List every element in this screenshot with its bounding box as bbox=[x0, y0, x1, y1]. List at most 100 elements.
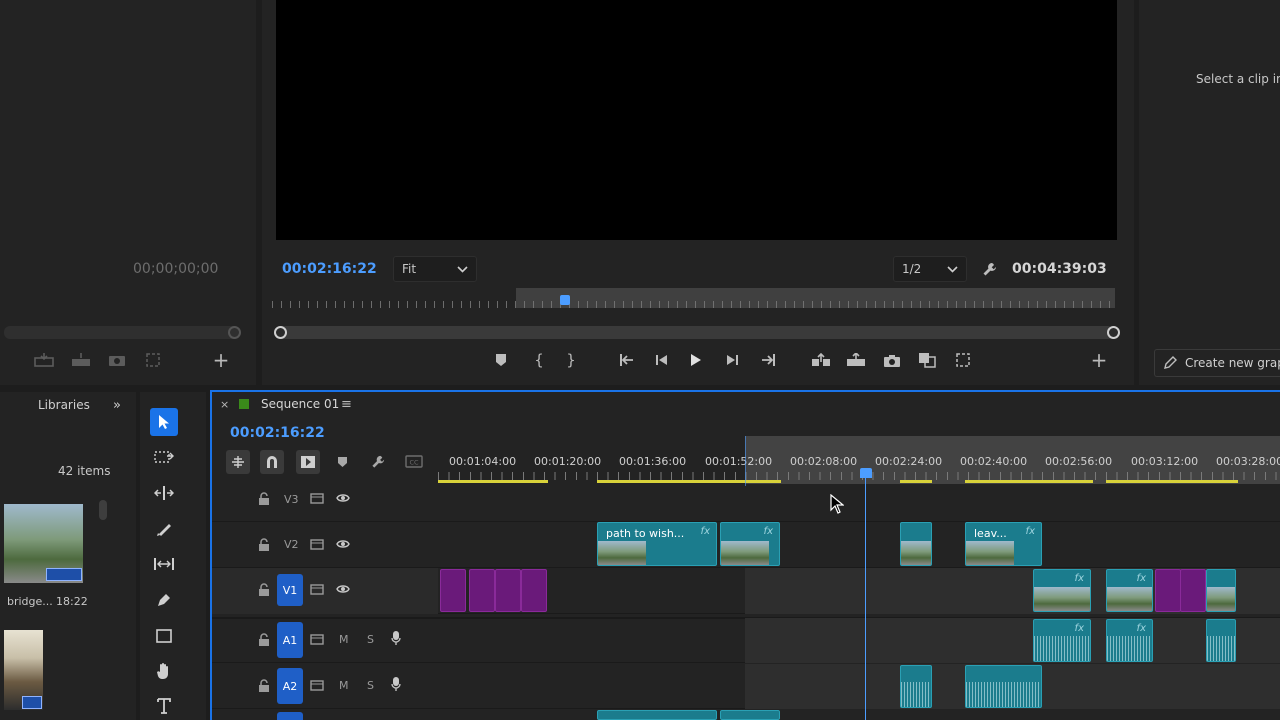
libraries-tab[interactable]: Libraries bbox=[38, 398, 90, 412]
create-new-graphic-button[interactable]: Create new grapl bbox=[1154, 349, 1280, 377]
source-scrubber[interactable] bbox=[4, 326, 240, 339]
compare-icon[interactable] bbox=[915, 348, 939, 372]
eye-icon[interactable] bbox=[336, 584, 350, 594]
timeline-clip[interactable] bbox=[1155, 569, 1181, 612]
lock-icon[interactable] bbox=[258, 679, 270, 692]
solo-button[interactable]: S bbox=[367, 633, 374, 646]
program-mini-playhead[interactable] bbox=[560, 295, 570, 305]
insert-overwrite-toggle[interactable] bbox=[226, 450, 250, 474]
timeline-clip[interactable] bbox=[469, 569, 495, 612]
eye-icon[interactable] bbox=[336, 539, 350, 549]
razor-icon[interactable] bbox=[150, 515, 178, 543]
timeline-clip[interactable] bbox=[900, 522, 932, 566]
track-name[interactable]: V2 bbox=[284, 538, 299, 551]
timeline-clip[interactable] bbox=[1180, 569, 1206, 612]
audio-clip[interactable] bbox=[1206, 619, 1236, 662]
marker-icon[interactable] bbox=[337, 456, 348, 468]
timeline-clip[interactable]: leav... fx bbox=[965, 522, 1042, 566]
play-icon[interactable] bbox=[684, 348, 708, 372]
slip-icon[interactable] bbox=[150, 550, 178, 578]
source-patch-a3[interactable] bbox=[277, 712, 303, 720]
mark-out-icon[interactable]: } bbox=[559, 348, 583, 372]
source-patch-a2[interactable]: A2 bbox=[277, 668, 303, 704]
timeline-clip[interactable] bbox=[521, 569, 547, 612]
menu-icon[interactable]: ≡ bbox=[341, 397, 352, 412]
captions-icon[interactable]: CC bbox=[405, 455, 423, 468]
film-icon[interactable] bbox=[310, 539, 324, 550]
timeline-playhead-line[interactable] bbox=[865, 478, 866, 720]
timeline-playhead-handle[interactable] bbox=[860, 468, 872, 478]
track-v3[interactable] bbox=[212, 486, 1280, 522]
hand-icon[interactable] bbox=[150, 657, 178, 685]
panel-overflow-icon[interactable]: » bbox=[113, 398, 121, 413]
resolution-dropdown[interactable]: 1/2 bbox=[893, 256, 967, 282]
lock-icon[interactable] bbox=[258, 492, 270, 505]
lock-icon[interactable] bbox=[258, 633, 270, 646]
extract-icon[interactable] bbox=[844, 348, 868, 372]
go-to-in-icon[interactable] bbox=[615, 348, 639, 372]
close-icon[interactable]: × bbox=[220, 398, 229, 411]
mark-in-icon[interactable]: { bbox=[527, 348, 551, 372]
overwrite-icon[interactable] bbox=[70, 350, 92, 370]
go-to-out-icon[interactable] bbox=[756, 348, 780, 372]
mute-button[interactable]: M bbox=[339, 679, 349, 692]
timeline-clip[interactable] bbox=[1206, 569, 1236, 612]
mute-button[interactable]: M bbox=[339, 633, 349, 646]
track-name[interactable]: V3 bbox=[284, 493, 299, 506]
film-icon[interactable] bbox=[310, 493, 324, 504]
settings-export-icon[interactable] bbox=[142, 350, 164, 370]
source-scrub-handle[interactable] bbox=[228, 326, 241, 339]
program-video-frame[interactable] bbox=[276, 0, 1117, 240]
insert-icon[interactable] bbox=[33, 350, 55, 370]
snap-icon[interactable] bbox=[260, 450, 284, 474]
film-icon[interactable] bbox=[310, 584, 324, 595]
wrench-icon[interactable] bbox=[371, 454, 386, 469]
track-select-icon[interactable] bbox=[150, 444, 178, 472]
timeline-clip[interactable] bbox=[495, 569, 521, 612]
rectangle-icon[interactable] bbox=[150, 622, 178, 650]
lock-icon[interactable] bbox=[258, 583, 270, 596]
audio-clip[interactable] bbox=[720, 710, 780, 720]
film-icon[interactable] bbox=[310, 634, 324, 645]
step-forward-icon[interactable] bbox=[720, 348, 744, 372]
plus-icon[interactable]: + bbox=[1087, 348, 1111, 372]
linked-selection-icon[interactable] bbox=[296, 450, 320, 474]
zoom-bar-left-handle[interactable] bbox=[274, 326, 287, 339]
timeline-clip[interactable]: fx bbox=[1106, 569, 1153, 612]
source-patch-a1[interactable]: A1 bbox=[277, 622, 303, 658]
source-timecode[interactable]: 00;00;00;00 bbox=[133, 261, 218, 277]
selection-tool-icon[interactable] bbox=[150, 408, 178, 436]
eye-icon[interactable] bbox=[336, 493, 350, 503]
zoom-dropdown[interactable]: Fit bbox=[393, 256, 477, 282]
timeline-clip[interactable]: fx bbox=[720, 522, 780, 566]
timeline-clip[interactable]: fx bbox=[1033, 569, 1091, 612]
source-patch-v1[interactable]: V1 bbox=[277, 574, 303, 606]
timeline-clip[interactable]: path to wish... fx bbox=[597, 522, 717, 566]
marker-icon[interactable] bbox=[489, 348, 513, 372]
mic-icon[interactable] bbox=[391, 631, 401, 646]
audio-clip[interactable] bbox=[900, 665, 932, 708]
ripple-edit-icon[interactable] bbox=[150, 479, 178, 507]
lock-icon[interactable] bbox=[258, 538, 270, 551]
wrench-icon[interactable] bbox=[980, 260, 1000, 278]
timeline-clip[interactable] bbox=[440, 569, 466, 612]
sequence-tab[interactable]: Sequence 01 bbox=[261, 397, 339, 411]
film-icon[interactable] bbox=[310, 680, 324, 691]
mic-icon[interactable] bbox=[391, 677, 401, 692]
camera-icon[interactable] bbox=[106, 350, 128, 370]
lift-icon[interactable] bbox=[809, 348, 833, 372]
audio-clip[interactable]: fx bbox=[1033, 619, 1091, 662]
pen-icon[interactable] bbox=[150, 586, 178, 614]
zoom-bar-right-handle[interactable] bbox=[1107, 326, 1120, 339]
audio-clip[interactable] bbox=[965, 665, 1042, 708]
type-icon[interactable] bbox=[150, 692, 178, 720]
audio-clip[interactable]: fx bbox=[1106, 619, 1153, 662]
program-current-timecode[interactable]: 00:02:16:22 bbox=[282, 261, 377, 277]
settings-export-icon[interactable] bbox=[951, 348, 975, 372]
plus-icon[interactable]: + bbox=[211, 348, 231, 372]
timeline-current-timecode[interactable]: 00:02:16:22 bbox=[230, 425, 325, 441]
program-zoom-bar[interactable] bbox=[276, 326, 1114, 339]
audio-clip[interactable] bbox=[597, 710, 717, 720]
solo-button[interactable]: S bbox=[367, 679, 374, 692]
step-back-icon[interactable] bbox=[650, 348, 674, 372]
